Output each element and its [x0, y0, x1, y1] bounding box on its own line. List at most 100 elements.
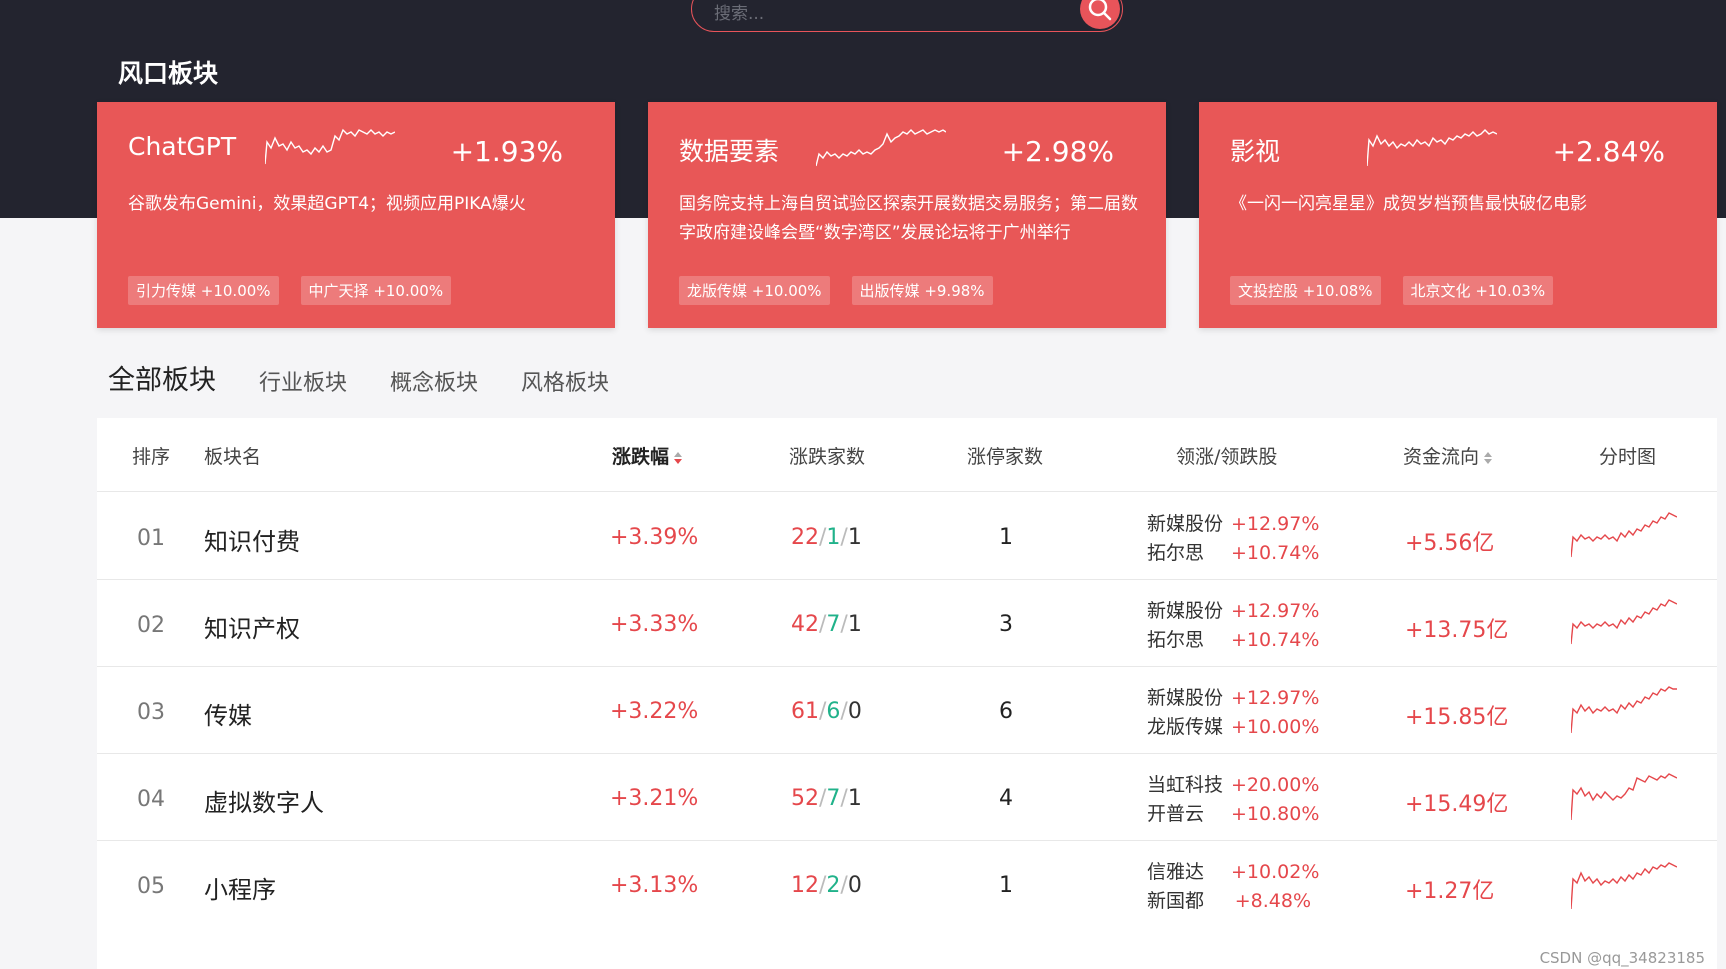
leader-change: +10.80%: [1231, 803, 1320, 825]
leading-stock-tag[interactable]: 龙版传媒 +10.00%: [679, 276, 830, 305]
row-fund-flow: +15.85亿: [1405, 705, 1509, 730]
down-count: 7: [826, 786, 841, 811]
leader-stock[interactable]: 开普云: [1147, 800, 1231, 829]
row-rank: 01: [137, 526, 165, 551]
leader-stock[interactable]: 新媒股份: [1147, 510, 1231, 539]
leader-stock[interactable]: 拓尔思: [1147, 626, 1231, 655]
row-sector-name[interactable]: 知识付费: [204, 522, 300, 557]
leader-change: +8.48%: [1234, 890, 1311, 912]
leader-stock[interactable]: 信雅达: [1147, 858, 1231, 887]
row-rank: 04: [137, 787, 165, 812]
row-fund-flow: +13.75亿: [1405, 618, 1509, 643]
search-button[interactable]: [1080, 0, 1120, 29]
up-count: 22: [791, 525, 819, 550]
flat-count: 0: [847, 873, 862, 898]
table-row[interactable]: 03 传媒 +3.22% 61/6/0 6 新媒股份 +12.97% 龙版传媒 +10…: [97, 666, 1717, 761]
col-flow[interactable]: 资金流向: [1403, 442, 1493, 469]
leader-change: +12.97%: [1231, 687, 1320, 709]
col-name: 板块名: [204, 446, 262, 468]
tab-concept-sectors[interactable]: 概念板块: [390, 365, 478, 397]
leader-stock[interactable]: 新国都: [1147, 887, 1231, 916]
row-rank: 02: [137, 613, 165, 638]
row-change: +3.13%: [610, 873, 699, 898]
leader-stock[interactable]: 当虹科技: [1147, 771, 1231, 800]
down-count: 1: [826, 525, 841, 550]
leader-change: +10.74%: [1231, 629, 1320, 651]
intraday-chart: [1571, 686, 1677, 734]
leading-stock-tag[interactable]: 北京文化 +10.03%: [1402, 276, 1554, 305]
leading-stock-tag[interactable]: 引力传媒 +10.00%: [128, 276, 279, 305]
intraday-chart: [1571, 773, 1677, 821]
row-rank: 03: [137, 700, 165, 725]
search-box[interactable]: 搜索...: [691, 0, 1123, 32]
tab-industry-sectors[interactable]: 行业板块: [259, 365, 347, 397]
col-change[interactable]: 涨跌幅: [612, 442, 683, 469]
row-change: +3.39%: [610, 525, 699, 550]
sector-change: +2.98%: [1001, 135, 1114, 168]
leader-change: +10.74%: [1231, 542, 1320, 564]
flat-count: 1: [847, 525, 862, 550]
hot-sector-card[interactable]: 影视 +2.84% 《一闪一闪亮星星》成贺岁档预售最快破亿电影 文投控股 +10…: [1199, 102, 1717, 328]
down-count: 7: [826, 612, 841, 637]
tab-style-sectors[interactable]: 风格板块: [521, 365, 609, 397]
up-count: 12: [791, 873, 819, 898]
table-row[interactable]: 02 知识产权 +3.33% 42/7/1 3 新媒股份 +12.97% 拓尔思 +1…: [97, 579, 1717, 674]
leader-change: +10.00%: [1231, 716, 1320, 738]
row-adv-dec: 52/7/1: [791, 786, 862, 811]
tab-all-sectors[interactable]: 全部板块: [108, 358, 216, 397]
intraday-chart: [1571, 512, 1677, 558]
sparkline-chart: [816, 129, 946, 167]
row-sector-name[interactable]: 传媒: [204, 696, 252, 731]
search-icon: [1088, 0, 1112, 21]
leader-change: +20.00%: [1231, 774, 1320, 796]
col-chart: 分时图: [1599, 446, 1657, 468]
search-input[interactable]: 搜索...: [714, 0, 764, 24]
leader-stock[interactable]: 拓尔思: [1147, 539, 1231, 568]
row-sector-name[interactable]: 知识产权: [204, 609, 300, 644]
row-adv-dec: 42/7/1: [791, 612, 862, 637]
separator: /: [840, 612, 848, 637]
table-row[interactable]: 01 知识付费 +3.39% 22/1/1 1 新媒股份 +12.97% 拓尔思 +1…: [97, 492, 1717, 587]
sector-tabs: 全部板块 行业板块 概念板块 风格板块: [108, 358, 609, 397]
watermark: CSDN @qq_34823185: [1539, 949, 1705, 967]
row-sector-name[interactable]: 虚拟数字人: [204, 783, 324, 818]
leading-stock-tag[interactable]: 中广天择 +10.00%: [300, 276, 452, 305]
sparkline-chart: [265, 128, 395, 165]
sector-table: 排序 板块名 涨跌幅 涨跌家数 涨停家数 领涨/领跌股 资金流向 分时图 01 …: [97, 418, 1717, 969]
col-rank: 排序: [132, 446, 171, 468]
col-limit-up: 涨停家数: [967, 446, 1044, 468]
row-limit-up: 1: [999, 873, 1013, 898]
col-adv-dec: 涨跌家数: [789, 446, 866, 468]
sparkline-chart: [1367, 129, 1497, 167]
leader-stock[interactable]: 龙版传媒: [1147, 713, 1231, 742]
row-change: +3.21%: [610, 786, 699, 811]
page-title: 风口板块: [118, 59, 219, 88]
row-adv-dec: 61/6/0: [791, 699, 862, 724]
hot-sector-card[interactable]: ChatGPT +1.93% 谷歌发布Gemini，效果超GPT4；视频应用PI…: [97, 102, 615, 328]
row-adv-dec: 12/2/0: [791, 873, 862, 898]
leader-change: +12.97%: [1231, 513, 1320, 535]
up-count: 42: [791, 612, 819, 637]
up-count: 61: [791, 699, 819, 724]
leader-stock[interactable]: 新媒股份: [1147, 684, 1231, 713]
intraday-chart: [1571, 599, 1677, 645]
leading-stock-tag[interactable]: 出版传媒 +9.98%: [851, 276, 993, 305]
row-rank: 05: [137, 874, 165, 899]
row-leaders: 信雅达 +10.02% 新国都 +8.48%: [1147, 858, 1319, 916]
table-row[interactable]: 04 虚拟数字人 +3.21% 52/7/1 4 当虹科技 +20.00% 开普云 +…: [97, 753, 1717, 848]
flat-count: 1: [847, 612, 862, 637]
sort-icon[interactable]: [673, 450, 683, 466]
col-change-label: 涨跌幅: [612, 446, 670, 468]
leading-stock-tag[interactable]: 文投控股 +10.08%: [1230, 276, 1381, 305]
row-sector-name[interactable]: 小程序: [204, 870, 276, 905]
sort-icon[interactable]: [1483, 450, 1493, 466]
col-leaders: 领涨/领跌股: [1176, 446, 1278, 468]
leader-change: +12.97%: [1231, 600, 1320, 622]
leader-stock[interactable]: 新媒股份: [1147, 597, 1231, 626]
row-limit-up: 1: [999, 525, 1013, 550]
hot-sector-card[interactable]: 数据要素 +2.98% 国务院支持上海自贸试验区探索开展数据交易服务；第二届数字…: [648, 102, 1166, 328]
separator: /: [840, 786, 848, 811]
sector-news: 国务院支持上海自贸试验区探索开展数据交易服务；第二届数字政府建设峰会暨“数字湾区…: [679, 194, 1138, 243]
sector-news: 谷歌发布Gemini，效果超GPT4；视频应用PIKA爆火: [128, 194, 526, 214]
table-row[interactable]: 05 小程序 +3.13% 12/2/0 1 信雅达 +10.02% 新国都 +8.4…: [97, 840, 1717, 935]
